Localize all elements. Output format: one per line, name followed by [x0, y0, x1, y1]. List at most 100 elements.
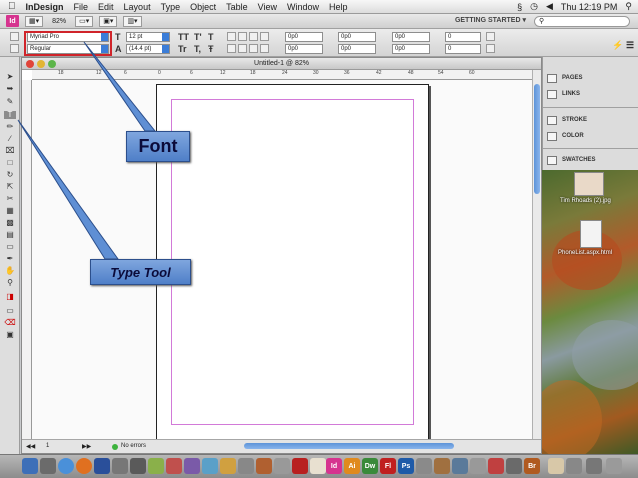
menu-view[interactable]: View [258, 2, 277, 12]
document-page[interactable] [156, 84, 429, 439]
firefox-icon[interactable] [76, 458, 92, 474]
app-icon[interactable] [202, 458, 218, 474]
gradient-tool-icon[interactable]: ▩ [4, 219, 16, 227]
font-size-dropdown-icon[interactable] [162, 33, 169, 41]
left-indent-field[interactable]: 0p0 [285, 32, 323, 42]
type-tool-icon[interactable]: T [4, 111, 16, 119]
menu-type[interactable]: Type [161, 2, 181, 12]
volume-icon[interactable]: ◀ [546, 1, 553, 12]
first-page-icon[interactable]: ◀◀ [26, 443, 35, 450]
free-transform-tool-icon[interactable]: ▦ [4, 207, 16, 215]
paragraph-formatting-button[interactable] [10, 44, 19, 53]
apple-icon[interactable]:  [8, 1, 16, 12]
flash-dock-icon[interactable]: Fl [380, 458, 396, 474]
dashboard-icon[interactable] [40, 458, 56, 474]
character-formatting-button[interactable] [10, 32, 19, 41]
arrange-documents-button[interactable]: ▥▾ [123, 15, 142, 27]
leading-field[interactable]: (14.4 pt) [126, 44, 170, 54]
hand-tool-icon[interactable]: ✋ [4, 267, 16, 275]
app-icon[interactable] [488, 458, 504, 474]
space-after-field[interactable]: 0p0 [392, 44, 430, 54]
illustrator-dock-icon[interactable]: Ai [344, 458, 360, 474]
align-center-button[interactable] [238, 32, 247, 41]
align-left-button[interactable] [227, 32, 236, 41]
trash-icon[interactable] [606, 458, 622, 474]
html-file-label[interactable]: PhoneList.aspx.html [558, 250, 612, 256]
rectangle-frame-tool-icon[interactable]: ⌧ [4, 147, 16, 155]
screen-mode-icon[interactable]: ▣ [4, 331, 16, 339]
app-icon[interactable] [586, 458, 602, 474]
document-title-bar[interactable]: Untitled-1 @ 82% [22, 58, 541, 70]
formatting-affects-container-icon[interactable]: ▭ [4, 307, 16, 315]
line-tool-icon[interactable]: ∕ [4, 135, 16, 143]
superscript-button[interactable]: T' [194, 32, 202, 42]
page-number[interactable]: 1 [46, 443, 49, 449]
app-icon[interactable] [452, 458, 468, 474]
menu-file[interactable]: File [74, 2, 89, 12]
pencil-tool-icon[interactable]: ✏ [4, 123, 16, 131]
panel-pages[interactable]: PAGES [547, 71, 635, 85]
selection-tool-icon[interactable]: ➤ [4, 73, 16, 81]
close-button[interactable] [26, 60, 34, 68]
mail-icon[interactable] [94, 458, 110, 474]
leading-dropdown-icon[interactable] [162, 45, 169, 53]
justify-right-button[interactable] [249, 44, 258, 53]
zoom-button[interactable] [48, 60, 56, 68]
app-icon[interactable] [184, 458, 200, 474]
horizontal-ruler[interactable]: 18 12 6 0 6 12 18 24 30 36 42 48 54 60 [32, 70, 532, 80]
all-caps-button[interactable]: TT [178, 32, 189, 42]
system-preferences-icon[interactable] [112, 458, 128, 474]
vertical-scroll-thumb[interactable] [534, 84, 540, 194]
rotate-tool-icon[interactable]: ↻ [4, 171, 16, 179]
underline-button[interactable]: T [208, 32, 214, 42]
downloads-stack-icon[interactable] [566, 458, 582, 474]
pen-tool-icon[interactable]: ✎ [4, 98, 16, 106]
app-icon[interactable] [238, 458, 254, 474]
bullets-button[interactable] [486, 32, 495, 41]
panel-stroke[interactable]: STROKE [547, 113, 635, 127]
note-tool-icon[interactable]: ▭ [4, 243, 16, 251]
strikethrough-button[interactable]: Ŧ [208, 44, 214, 54]
menu-window[interactable]: Window [287, 2, 319, 12]
space-before-field[interactable]: 0p0 [392, 32, 430, 42]
align-towards-spine-button[interactable] [260, 32, 269, 41]
numbering-button[interactable] [486, 44, 495, 53]
spotlight-icon[interactable]: ⚲ [625, 1, 632, 12]
zoom-level[interactable]: 82% [49, 16, 69, 27]
menu-layout[interactable]: Layout [124, 2, 151, 12]
search-input[interactable]: ⚲ [534, 16, 630, 27]
dreamweaver-dock-icon[interactable]: Dw [362, 458, 378, 474]
justify-all-button[interactable] [260, 44, 269, 53]
first-line-indent-field[interactable]: 0p0 [285, 44, 323, 54]
apply-none-icon[interactable]: ⌫ [4, 319, 16, 327]
workspace-switcher[interactable]: GETTING STARTED ▾ [455, 16, 526, 24]
app-icon[interactable] [310, 458, 326, 474]
minimize-button[interactable] [37, 60, 45, 68]
indesign-dock-icon[interactable]: Id [326, 458, 342, 474]
app-icon[interactable] [256, 458, 272, 474]
app-icon[interactable] [220, 458, 236, 474]
scissors-tool-icon[interactable]: ✂ [4, 195, 16, 203]
last-line-indent-field[interactable]: 0p0 [338, 44, 376, 54]
itunes-icon[interactable] [148, 458, 164, 474]
small-caps-button[interactable]: Tr [178, 44, 187, 54]
menu-help[interactable]: Help [329, 2, 348, 12]
gradient-feather-tool-icon[interactable]: ▤ [4, 231, 16, 239]
bridge-dock-icon[interactable]: Br [524, 458, 540, 474]
app-icon[interactable] [274, 458, 290, 474]
zoom-tool-icon[interactable]: ⚲ [4, 279, 16, 287]
preflight-status-text[interactable]: No errors [121, 443, 146, 449]
panel-links[interactable]: LINKS [547, 87, 635, 101]
safari-icon[interactable] [58, 458, 74, 474]
fill-stroke-icon[interactable]: ◨ [4, 293, 16, 301]
drop-cap-chars-field[interactable]: 0 [445, 44, 481, 54]
vertical-scrollbar[interactable] [532, 70, 541, 439]
menu-object[interactable]: Object [190, 2, 216, 12]
photoshop-dock-icon[interactable]: Ps [398, 458, 414, 474]
direct-selection-tool-icon[interactable]: ➥ [4, 85, 16, 93]
acrobat-icon[interactable] [292, 458, 308, 474]
rectangle-tool-icon[interactable]: □ [4, 159, 16, 167]
drop-cap-lines-field[interactable]: 0 [445, 32, 481, 42]
menu-table[interactable]: Table [226, 2, 248, 12]
app-icon[interactable] [434, 458, 450, 474]
